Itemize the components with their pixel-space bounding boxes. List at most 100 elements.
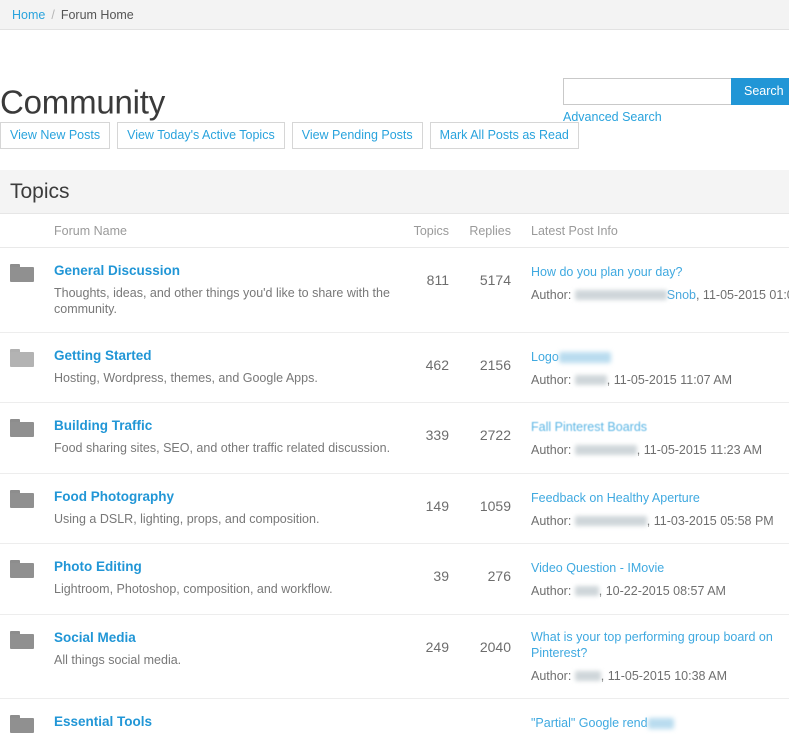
latest-post-cell: "Partial" Google rend — [523, 699, 789, 747]
latest-post-date: , 11-03-2015 05:58 PM — [647, 514, 774, 528]
forum-icon-cell — [0, 473, 44, 544]
forum-replies-count: 1059 — [461, 473, 523, 544]
redacted-author-name — [575, 671, 601, 681]
forum-name-link[interactable]: Essential Tools — [54, 714, 152, 730]
author-label: Author: — [531, 514, 575, 528]
folder-icon — [10, 349, 34, 367]
advanced-search-link[interactable]: Advanced Search — [563, 110, 789, 124]
table-row: Food Photography Using a DSLR, lighting, … — [0, 473, 789, 544]
action-button-1[interactable]: View Today's Active Topics — [117, 122, 285, 149]
forum-name-link[interactable]: Social Media — [54, 630, 136, 646]
table-row: General Discussion Thoughts, ideas, and o… — [0, 248, 789, 333]
latest-post-title-link[interactable]: Fall Pinterest Boards — [531, 420, 647, 436]
folder-icon — [10, 560, 34, 578]
redacted-author-name — [575, 375, 607, 385]
redacted-author-name — [575, 516, 647, 526]
author-label: Author: — [531, 443, 575, 457]
topics-section-title: Topics — [10, 180, 70, 204]
action-button-0[interactable]: View New Posts — [0, 122, 110, 149]
latest-post-date: , 11-05-2015 01:00 PM — [696, 288, 789, 302]
forum-replies-count: 276 — [461, 544, 523, 615]
forum-topics-count: 811 — [399, 248, 461, 333]
forum-name-link[interactable]: Food Photography — [54, 489, 174, 505]
folder-icon — [10, 631, 34, 649]
column-header-replies: Replies — [461, 214, 523, 248]
forum-name-cell: Photo EditingLightroom, Photoshop, compo… — [44, 544, 399, 615]
table-row: Getting Started Hosting, Wordpress, theme… — [0, 332, 789, 403]
latest-post-date: , 11-05-2015 11:23 AM — [637, 443, 762, 457]
forum-topics-count — [399, 699, 461, 747]
latest-post-title-link[interactable]: "Partial" Google rend — [531, 716, 648, 732]
breadcrumb-separator: / — [51, 8, 54, 22]
redacted-title-fragment — [559, 352, 611, 363]
forum-description: Food sharing sites, SEO, and other traff… — [54, 440, 398, 456]
column-header-latest-post: Latest Post Info — [523, 214, 789, 248]
author-label: Author: — [531, 584, 575, 598]
author-label: Author: — [531, 373, 575, 387]
forum-name-cell: Getting Started Hosting, Wordpress, theme… — [44, 332, 399, 403]
search-button[interactable]: Search — [731, 78, 789, 105]
latest-post-title-link[interactable]: What is your top performing group board … — [531, 630, 788, 661]
breadcrumb: Home / Forum Home — [0, 0, 789, 30]
forum-name-link[interactable]: General Discussion — [54, 263, 180, 279]
forum-topics-count: 249 — [399, 615, 461, 699]
forum-topics-count: 39 — [399, 544, 461, 615]
page-title: Community — [0, 86, 165, 119]
table-row: Building Traffic Food sharing sites, SEO,… — [0, 403, 789, 474]
latest-post-cell: Feedback on Healthy Aperture Author: , 11… — [523, 473, 789, 544]
forum-icon-cell — [0, 332, 44, 403]
folder-icon — [10, 490, 34, 508]
forum-name-cell: General Discussion Thoughts, ideas, and o… — [44, 248, 399, 333]
latest-post-meta: Author: , 11-05-2015 11:23 AM — [531, 443, 788, 459]
forum-icon-cell — [0, 699, 44, 747]
latest-post-meta: Author: , 11-03-2015 05:58 PM — [531, 514, 788, 530]
breadcrumb-current: Forum Home — [61, 8, 134, 22]
forum-name-cell: Social Media All things social media. — [44, 615, 399, 699]
folder-icon — [10, 264, 34, 282]
latest-post-meta: Author: , 11-05-2015 10:38 AM — [531, 669, 788, 685]
forum-description: All things social media. — [54, 652, 398, 668]
latest-post-meta: Author: Snob, 11-05-2015 01:00 PM — [531, 288, 788, 304]
redacted-title-fragment — [648, 718, 674, 729]
action-button-3[interactable]: Mark All Posts as Read — [430, 122, 579, 149]
search-area: Search Advanced Search — [563, 78, 789, 124]
author-name-visible: Snob — [667, 288, 696, 302]
forum-name-link[interactable]: Photo Editing — [54, 559, 142, 575]
latest-post-title-link[interactable]: How do you plan your day? — [531, 265, 682, 281]
forum-name-cell: Essential Tools — [44, 699, 399, 747]
forum-description: Hosting, Wordpress, themes, and Google A… — [54, 370, 398, 386]
forum-icon-cell — [0, 544, 44, 615]
breadcrumb-home-link[interactable]: Home — [12, 8, 45, 22]
action-button-2[interactable]: View Pending Posts — [292, 122, 423, 149]
latest-post-date: , 10-22-2015 08:57 AM — [599, 584, 726, 598]
latest-post-cell: How do you plan your day? Author: Snob, 1… — [523, 248, 789, 333]
forum-description: Thoughts, ideas, and other things you'd … — [54, 285, 398, 318]
search-input[interactable] — [563, 78, 731, 105]
forum-table-header-row: Forum Name Topics Replies Latest Post In… — [0, 214, 789, 248]
forum-name-link[interactable]: Building Traffic — [54, 418, 152, 434]
topics-section-header: Topics — [0, 170, 789, 214]
column-header-topics: Topics — [399, 214, 461, 248]
search-row: Search — [563, 78, 789, 105]
forum-description: Using a DSLR, lighting, props, and compo… — [54, 511, 398, 527]
column-header-icon — [0, 214, 44, 248]
latest-post-title-link[interactable]: Feedback on Healthy Aperture — [531, 491, 700, 507]
latest-post-cell: What is your top performing group board … — [523, 615, 789, 699]
forum-replies-count: 5174 — [461, 248, 523, 333]
forum-replies-count: 2156 — [461, 332, 523, 403]
folder-icon — [10, 715, 34, 733]
forum-table-body: General Discussion Thoughts, ideas, and o… — [0, 248, 789, 747]
author-label: Author: — [531, 288, 575, 302]
redacted-author-name — [575, 586, 599, 596]
table-row: Social MediaAll things social media.2492… — [0, 615, 789, 699]
latest-post-cell: Video Question - IMovieAuthor: , 10-22-2… — [523, 544, 789, 615]
latest-post-cell: LogoAuthor: , 11-05-2015 11:07 AM — [523, 332, 789, 403]
forum-topics-count: 149 — [399, 473, 461, 544]
forum-name-link[interactable]: Getting Started — [54, 348, 152, 364]
forum-table-head: Forum Name Topics Replies Latest Post In… — [0, 214, 789, 248]
latest-post-date: , 11-05-2015 10:38 AM — [601, 669, 727, 683]
forum-name-cell: Building Traffic Food sharing sites, SEO,… — [44, 403, 399, 474]
forum-action-bar: View New Posts View Today's Active Topics… — [0, 122, 789, 149]
table-row: Photo EditingLightroom, Photoshop, compo… — [0, 544, 789, 615]
latest-post-title-link[interactable]: Logo — [531, 350, 559, 366]
